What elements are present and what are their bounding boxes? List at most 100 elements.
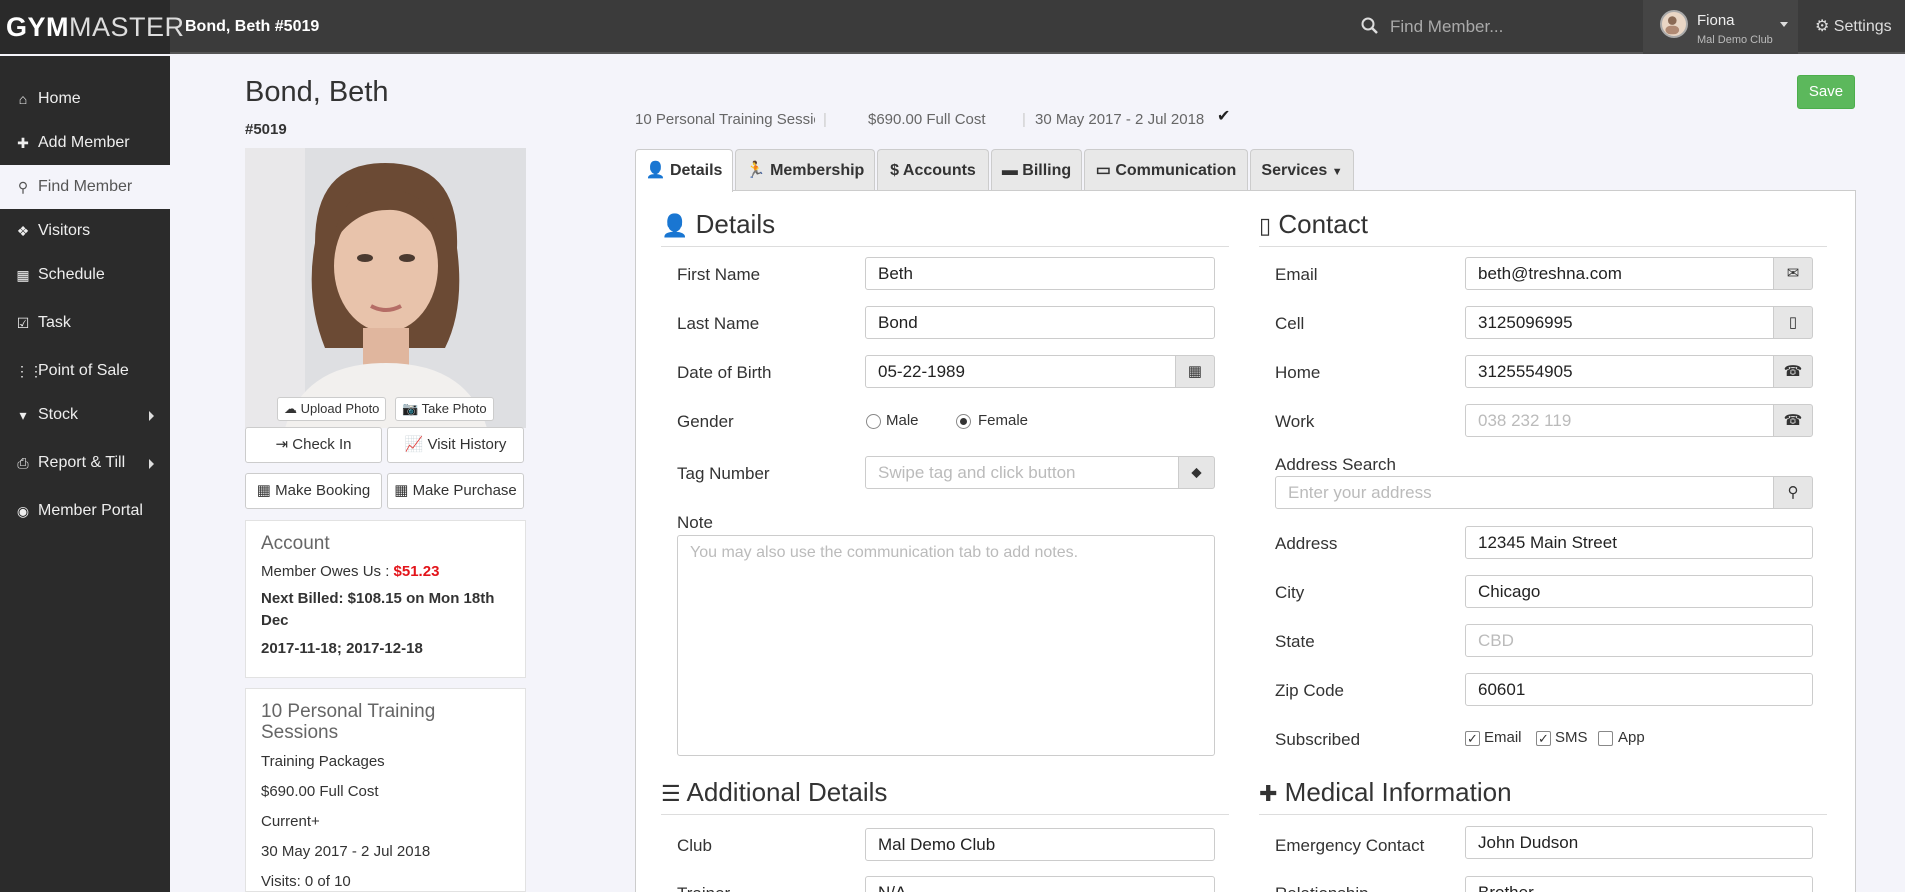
gymmaster-logo[interactable]: GYMMASTER <box>0 0 184 54</box>
last-name-field[interactable]: Bond <box>865 306 1215 339</box>
user-club: Mal Demo Club <box>1697 34 1773 46</box>
sms-button[interactable]: ▯ <box>1773 306 1813 339</box>
member-name-heading: Bond, Beth <box>245 76 389 108</box>
line-chart-icon: 📈 <box>404 436 424 453</box>
relationship-field[interactable]: Brother <box>1465 876 1813 892</box>
work-phone-field[interactable]: 038 232 119 <box>1465 404 1775 437</box>
cell-field[interactable]: 3125096995 <box>1465 306 1775 339</box>
sidebar-item-visitors[interactable]: ❖ Visitors <box>0 209 170 253</box>
owes-amount: $51.23 <box>393 563 440 580</box>
membership-status: Current+ <box>261 813 320 830</box>
city-field[interactable]: Chicago <box>1465 575 1813 608</box>
user-menu[interactable]: Fiona Mal Demo Club <box>1643 0 1798 54</box>
sidebar-item-report-till[interactable]: ⎙ Report & Till <box>0 441 170 485</box>
send-email-button[interactable]: ✉ <box>1773 257 1813 290</box>
member-id: #5019 <box>245 121 287 138</box>
mobile-icon: ▯ <box>1788 314 1798 331</box>
find-member-input[interactable] <box>1390 12 1630 42</box>
sidebar: ⌂ Home ✚ Add Member ⚲ Find Member ❖ Visitors… <box>0 56 170 892</box>
check-icon: ✔ <box>1217 108 1231 125</box>
header-member-title: Bond, Beth #5019 <box>185 18 320 35</box>
divider <box>1259 246 1827 247</box>
summary-membership: 10 Personal Training Sessic <box>635 111 815 128</box>
zip-code-field[interactable]: 60601 <box>1465 673 1813 706</box>
subscribe-sms-checkbox[interactable]: ✓ <box>1536 731 1551 746</box>
tab-billing[interactable]: ▬ Billing <box>991 149 1082 191</box>
email-field[interactable]: beth@treshna.com <box>1465 257 1775 290</box>
email-label: Email <box>1275 265 1318 284</box>
trainer-select[interactable]: N/A <box>865 876 1215 892</box>
last-name-label: Last Name <box>677 314 760 333</box>
sidebar-item-find-member[interactable]: ⚲ Find Member <box>0 165 170 209</box>
tab-membership[interactable]: 🏃 Membership <box>735 149 875 191</box>
tab-accounts[interactable]: $ Accounts <box>877 149 989 191</box>
phone-icon: ☎ <box>1783 412 1803 429</box>
tab-services[interactable]: Services ▼ <box>1250 149 1354 191</box>
call-home-button[interactable]: ☎ <box>1773 355 1813 388</box>
billing-dates: 2017-11-18; 2017-12-18 <box>261 640 423 657</box>
summary-divider: | <box>823 111 827 128</box>
trainer-label: Trainer <box>677 884 730 892</box>
subscribe-app-checkbox[interactable] <box>1598 731 1613 746</box>
search-icon[interactable] <box>1360 16 1380 36</box>
address-field[interactable]: 12345 Main Street <box>1465 526 1813 559</box>
dob-field[interactable]: 05-22-1989 <box>865 355 1177 388</box>
note-label: Note <box>677 513 713 532</box>
tab-communication[interactable]: ▭ Communication <box>1084 149 1248 191</box>
sidebar-item-add-member[interactable]: ✚ Add Member <box>0 121 170 165</box>
divider <box>1259 814 1827 815</box>
club-select[interactable]: Mal Demo Club <box>865 828 1215 861</box>
upload-photo-button[interactable]: ☁ Upload Photo <box>277 397 387 421</box>
gender-female-radio[interactable] <box>956 414 971 429</box>
tag-button[interactable]: ⬥ <box>1178 456 1215 489</box>
gender-male-radio[interactable] <box>866 414 881 429</box>
caret-down-icon <box>1780 22 1788 27</box>
work-phone-label: Work <box>1275 412 1315 431</box>
subscribed-label: Subscribed <box>1275 730 1361 749</box>
tshirt-icon: ▾ <box>19 407 27 423</box>
account-panel: Account Member Owes Us : $51.23 Next Bil… <box>245 520 526 678</box>
gender-male-label: Male <box>886 412 919 429</box>
check-in-button[interactable]: ⇥ Check In <box>245 427 382 463</box>
tab-details[interactable]: 👤 Details <box>635 149 733 192</box>
grid-icon: ⋮⋮ <box>15 363 43 379</box>
sidebar-item-schedule[interactable]: ▦ Schedule <box>0 253 170 297</box>
membership-panel[interactable]: 10 Personal Training Sessions Training P… <box>245 688 526 892</box>
home-phone-field[interactable]: 3125554905 <box>1465 355 1775 388</box>
sidebar-item-task[interactable]: ☑ Task <box>0 301 170 345</box>
first-name-field[interactable]: Beth <box>865 257 1215 290</box>
address-search-button[interactable]: ⚲ <box>1773 476 1813 509</box>
chevron-right-icon <box>149 411 154 421</box>
tag-icon: ⬥ <box>1191 464 1202 481</box>
take-photo-button[interactable]: 📷 Take Photo <box>395 397 494 421</box>
settings-menu[interactable]: ⚙ Settings <box>1815 0 1892 54</box>
state-field[interactable]: CBD <box>1465 624 1813 657</box>
make-booking-button[interactable]: ▦ Make Booking <box>245 473 382 509</box>
sidebar-item-stock[interactable]: ▾ Stock <box>0 393 170 437</box>
summary-period: 30 May 2017 - 2 Jul 2018 <box>1035 111 1205 128</box>
subscribe-sms-label: SMS <box>1555 729 1588 746</box>
search-icon: ⚲ <box>17 179 29 195</box>
emergency-contact-field[interactable]: John Dudson <box>1465 826 1813 859</box>
call-work-button[interactable]: ☎ <box>1773 404 1813 437</box>
note-textarea[interactable]: You may also use the communication tab t… <box>677 535 1215 756</box>
chevron-right-icon <box>149 459 154 469</box>
sidebar-item-member-portal[interactable]: ◉ Member Portal <box>0 489 170 533</box>
tag-number-input[interactable]: Swipe tag and click button <box>865 456 1180 489</box>
visit-history-button[interactable]: 📈 Visit History <box>387 427 524 463</box>
check-square-icon: ☑ <box>16 315 30 331</box>
account-title: Account <box>261 533 330 554</box>
next-billed: Next Billed: $108.15 on Mon 18th Dec <box>261 590 495 629</box>
make-purchase-button[interactable]: ▦ Make Purchase <box>387 473 524 509</box>
sidebar-item-point-of-sale[interactable]: ⋮⋮ Point of Sale <box>0 349 170 393</box>
calendar-button[interactable]: ▦ <box>1175 355 1215 388</box>
gender-label: Gender <box>677 412 734 431</box>
cell-label: Cell <box>1275 314 1305 333</box>
address-search-input[interactable]: Enter your address <box>1275 476 1775 509</box>
sidebar-item-home[interactable]: ⌂ Home <box>0 77 170 121</box>
subscribe-email-label: Email <box>1484 729 1522 746</box>
member-photo <box>245 148 526 428</box>
save-button[interactable]: Save <box>1797 75 1855 109</box>
additional-details-section-title: ☰ Additional Details <box>661 777 888 807</box>
subscribe-email-checkbox[interactable]: ✓ <box>1465 731 1480 746</box>
